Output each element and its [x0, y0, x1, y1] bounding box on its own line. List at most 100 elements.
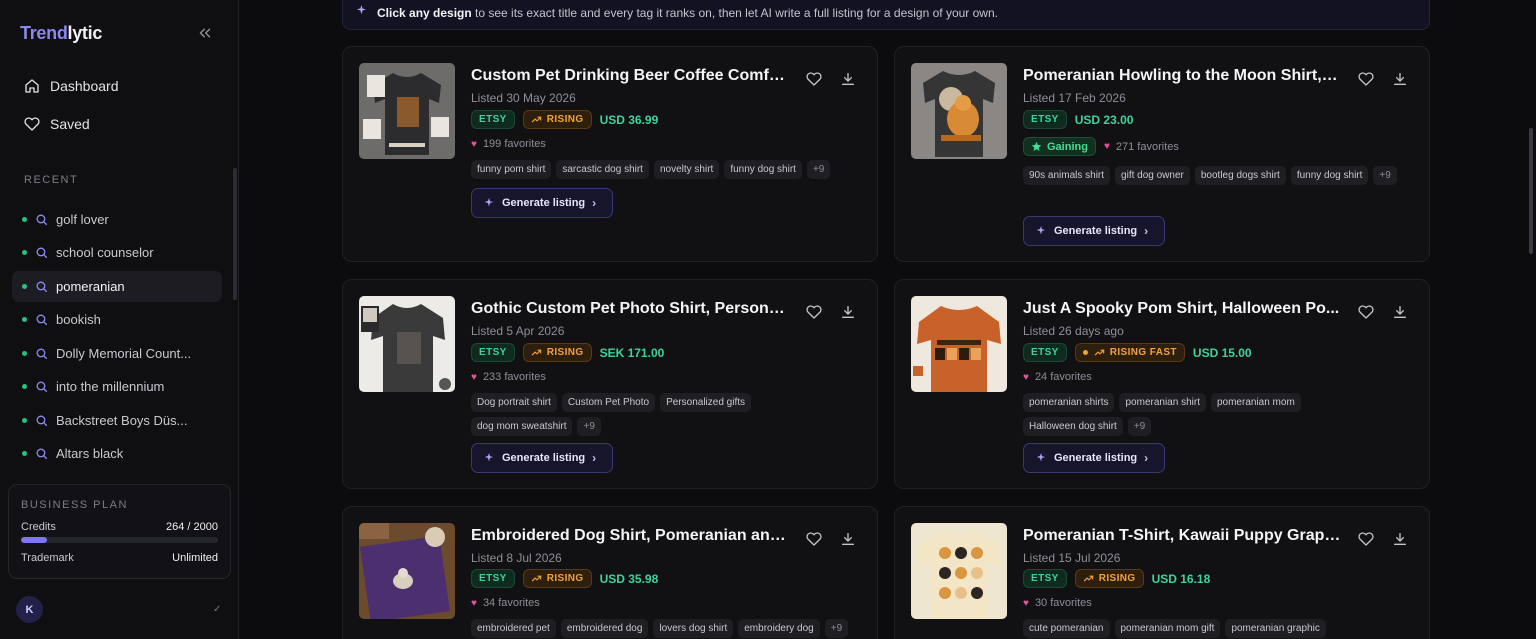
favorite-filled-icon: ♥	[471, 138, 477, 150]
favorites-count: ♥ 199 favorites	[471, 138, 546, 150]
listed-date: Listed 5 Apr 2026	[471, 324, 565, 338]
favorite-heart-icon[interactable]	[806, 304, 822, 320]
download-icon[interactable]	[840, 71, 856, 87]
credits-row: Credits 264 / 2000	[21, 521, 218, 533]
price: SEK 171.00	[599, 345, 665, 360]
recent-item-bookish[interactable]: bookish	[12, 304, 222, 335]
tag-chip[interactable]: Dog portrait shirt	[471, 393, 557, 412]
download-icon[interactable]	[840, 304, 856, 320]
generate-listing-button[interactable]: Generate listing ›	[1023, 443, 1165, 473]
design-title[interactable]: Gothic Custom Pet Photo Shirt, Personali…	[471, 300, 789, 318]
favorite-heart-icon[interactable]	[1358, 531, 1374, 547]
recent-item-label: Backstreet Boys Düs...	[56, 413, 188, 428]
design-thumbnail[interactable]	[359, 523, 455, 619]
sparkle-icon	[484, 198, 494, 207]
tag-chip[interactable]: pomeranian mom	[1210, 393, 1301, 412]
more-tags-chip[interactable]: +9	[1127, 417, 1152, 436]
download-icon[interactable]	[1392, 304, 1408, 320]
recent-item-school-counselor[interactable]: school counselor	[12, 237, 222, 268]
app-logo[interactable]: Trendlytic	[20, 23, 102, 44]
tag-chip[interactable]: Custom Pet Photo	[561, 393, 656, 412]
account-check-icon[interactable]: ✓	[213, 604, 221, 615]
tag-chip[interactable]: dog mom sweatshirt	[471, 417, 573, 436]
price: USD 23.00	[1074, 112, 1134, 127]
design-thumbnail[interactable]	[911, 63, 1007, 159]
recent-item-pomeranian[interactable]: pomeranian	[12, 271, 222, 302]
sidebar-scrollbar[interactable]	[233, 168, 237, 300]
design-thumbnail[interactable]	[911, 296, 1007, 392]
favorite-filled-icon: ♥	[1023, 597, 1029, 609]
more-tags-chip[interactable]: +9	[824, 619, 849, 638]
tag-chip[interactable]: funny dog shirt	[724, 160, 802, 179]
tag-chip[interactable]: pomeranian shirts	[1023, 393, 1115, 412]
design-card[interactable]: Gothic Custom Pet Photo Shirt, Personali…	[342, 279, 878, 489]
status-dot	[22, 418, 27, 423]
main-scrollbar[interactable]	[1529, 128, 1533, 254]
design-title[interactable]: Pomeranian Howling to the Moon Shirt, V.…	[1023, 67, 1341, 85]
design-card[interactable]: Pomeranian Howling to the Moon Shirt, V.…	[894, 46, 1430, 262]
recent-item-backstreet-boys[interactable]: Backstreet Boys Düs...	[12, 405, 222, 436]
favorite-heart-icon[interactable]	[1358, 304, 1374, 320]
nav-dashboard[interactable]: Dashboard	[24, 75, 119, 97]
tag-chip[interactable]: cute pomeranian	[1023, 619, 1110, 638]
download-icon[interactable]	[840, 531, 856, 547]
listed-date: Listed 8 Jul 2026	[471, 551, 562, 565]
tag-chip[interactable]: bootleg dogs shirt	[1194, 166, 1286, 185]
design-title[interactable]: Embroidered Dog Shirt, Pomeranian and ..…	[471, 527, 789, 545]
generate-listing-button[interactable]: Generate listing ›	[1023, 216, 1165, 246]
more-tags-chip[interactable]: +9	[806, 160, 831, 179]
avatar[interactable]: K	[16, 596, 43, 623]
recent-item-altars-black[interactable]: Altars black	[12, 438, 222, 469]
download-icon[interactable]	[1392, 71, 1408, 87]
favorite-heart-icon[interactable]	[806, 71, 822, 87]
generate-listing-button[interactable]: Generate listing ›	[471, 443, 613, 473]
design-card[interactable]: Custom Pet Drinking Beer Coffee Comfor..…	[342, 46, 878, 262]
tag-chip[interactable]: funny pom shirt	[471, 160, 552, 179]
tag-list: embroidered pet embroidered dog lovers d…	[471, 619, 871, 638]
favorites-label: 30 favorites	[1034, 597, 1092, 609]
favorite-filled-icon: ♥	[471, 371, 477, 383]
tag-chip[interactable]: lovers dog shirt	[653, 619, 734, 638]
more-tags-chip[interactable]: +9	[577, 417, 601, 436]
trend-label: RISING	[546, 347, 584, 358]
design-thumbnail[interactable]	[911, 523, 1007, 619]
design-thumbnail[interactable]	[359, 296, 455, 392]
nav-saved[interactable]: Saved	[24, 113, 90, 135]
listed-date: Listed 15 Jul 2026	[1023, 551, 1121, 565]
favorite-heart-icon[interactable]	[1358, 71, 1374, 87]
design-card[interactable]: Just A Spooky Pom Shirt, Halloween Po...…	[894, 279, 1430, 489]
tag-chip[interactable]: Halloween dog shirt	[1023, 417, 1123, 436]
generate-listing-label: Generate listing	[1054, 225, 1138, 237]
design-card[interactable]: Embroidered Dog Shirt, Pomeranian and ..…	[342, 506, 878, 639]
recent-item-golf-lover[interactable]: golf lover	[12, 204, 222, 235]
favorite-heart-icon[interactable]	[806, 531, 822, 547]
trend-label: RISING	[1098, 573, 1136, 584]
tag-chip[interactable]: pomeranian shirt	[1119, 393, 1206, 412]
tag-chip[interactable]: pomeranian graphic	[1225, 619, 1326, 638]
design-thumbnail[interactable]	[359, 63, 455, 159]
tag-chip[interactable]: novelty shirt	[653, 160, 720, 179]
tag-chip[interactable]: pomeranian mom gift	[1114, 619, 1221, 638]
tag-chip[interactable]: gift dog owner	[1115, 166, 1190, 185]
tag-chip[interactable]: Personalized gifts	[660, 393, 752, 412]
design-title[interactable]: Custom Pet Drinking Beer Coffee Comfor..…	[471, 67, 789, 85]
download-icon[interactable]	[1392, 531, 1408, 547]
design-title[interactable]: Pomeranian T-Shirt, Kawaii Puppy Graphi.…	[1023, 527, 1341, 545]
trend-label: RISING	[546, 114, 584, 125]
tag-chip[interactable]: embroidered dog	[560, 619, 649, 638]
search-icon	[36, 214, 48, 226]
status-dot	[22, 384, 27, 389]
more-tags-chip[interactable]: +9	[1373, 166, 1397, 185]
generate-listing-button[interactable]: Generate listing ›	[471, 188, 613, 218]
favorites-label: 271 favorites	[1115, 140, 1179, 153]
tag-chip[interactable]: 90s animals shirt	[1023, 166, 1111, 185]
tag-chip[interactable]: sarcastic dog shirt	[556, 160, 649, 179]
tag-chip[interactable]: embroidered pet	[471, 619, 556, 638]
recent-item-dolly-memorial[interactable]: Dolly Memorial Count...	[12, 338, 222, 369]
design-card[interactable]: Pomeranian T-Shirt, Kawaii Puppy Graphi.…	[894, 506, 1430, 639]
tag-chip[interactable]: funny dog shirt	[1290, 166, 1369, 185]
tag-chip[interactable]: embroidery dog	[738, 619, 820, 638]
design-title[interactable]: Just A Spooky Pom Shirt, Halloween Po...	[1023, 300, 1341, 318]
collapse-sidebar-icon[interactable]	[196, 24, 214, 42]
recent-item-into-the-millennium[interactable]: into the millennium	[12, 371, 222, 402]
